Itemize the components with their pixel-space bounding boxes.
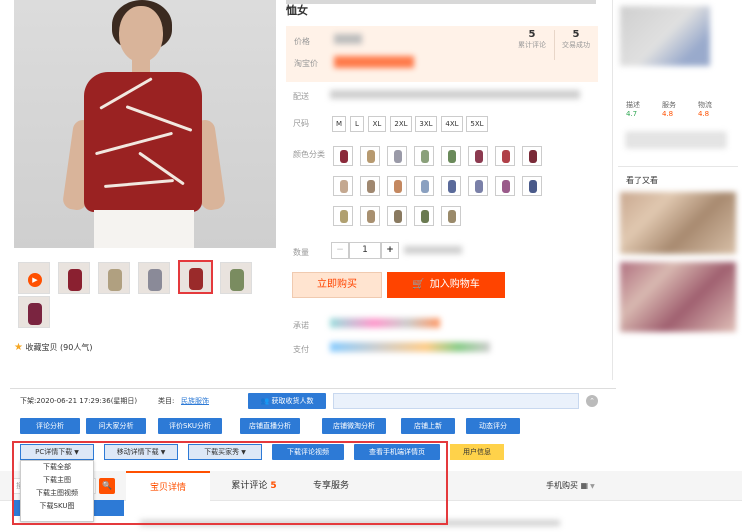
quantity-label: 数量 — [293, 248, 309, 257]
buy-now-button[interactable]: 立即购买 — [292, 272, 382, 298]
taobao-price-label: 淘宝价 — [294, 59, 318, 68]
color-swatch[interactable] — [522, 146, 542, 166]
shop-info-blurred — [620, 6, 710, 66]
color-swatch[interactable] — [441, 206, 461, 226]
play-icon: ▶ — [28, 273, 42, 287]
stat-comments: 5 累计评论 — [518, 29, 546, 49]
thumbnail[interactable] — [98, 262, 130, 294]
color-swatch[interactable] — [468, 176, 488, 196]
size-option[interactable]: 3XL — [415, 116, 437, 132]
size-option[interactable]: L — [350, 116, 364, 132]
size-option[interactable]: 2XL — [390, 116, 412, 132]
stat-deals: 5 交易成功 — [562, 29, 590, 49]
quantity-decrement-button[interactable]: − — [331, 242, 349, 259]
color-label: 颜色分类 — [293, 150, 325, 159]
new-items-button[interactable]: 店铺上新 — [401, 418, 455, 434]
quantity-increment-button[interactable]: + — [381, 242, 399, 259]
color-swatch[interactable] — [387, 176, 407, 196]
price-label: 价格 — [294, 37, 310, 46]
live-analysis-button[interactable]: 店铺直播分析 — [240, 418, 300, 434]
payment-icons-blurred — [330, 342, 490, 352]
buyers-result-field — [333, 393, 579, 409]
listing-date: 下架:2020-06-21 17:29:36(星期日) — [20, 397, 138, 405]
favorite-label: 收藏宝贝 (90人气) — [25, 343, 93, 352]
color-swatch[interactable] — [414, 146, 434, 166]
color-swatch[interactable] — [495, 146, 515, 166]
thumbnail[interactable] — [18, 296, 50, 328]
add-to-cart-button[interactable]: 🛒 加入购物车 — [387, 272, 505, 298]
get-buyers-button[interactable]: 👥 获取收货人数 — [248, 393, 326, 409]
size-label: 尺码 — [293, 119, 309, 128]
size-option[interactable]: 4XL — [441, 116, 463, 132]
color-swatch[interactable] — [360, 176, 380, 196]
color-swatch[interactable] — [333, 176, 353, 196]
add-to-cart-label: 加入购物车 — [429, 279, 480, 290]
rating-logistics: 物流 4.8 — [698, 101, 712, 118]
main-product-image[interactable] — [14, 0, 276, 248]
promise-label: 承诺 — [293, 321, 309, 330]
rating-service: 服务 4.8 — [662, 101, 676, 118]
cart-icon: 🛒 — [412, 279, 425, 290]
highlight-frame — [12, 441, 448, 525]
color-swatch[interactable] — [414, 206, 434, 226]
thumbnail-selected[interactable] — [178, 260, 213, 294]
color-swatch[interactable] — [414, 176, 434, 196]
dynamic-rating-button[interactable]: 动态评分 — [466, 418, 520, 434]
recommend-item-blurred[interactable] — [620, 262, 736, 332]
recommend-item-blurred[interactable] — [620, 192, 736, 254]
color-swatch[interactable] — [441, 176, 461, 196]
chevron-down-icon: ▼ — [590, 483, 595, 490]
color-swatch[interactable] — [387, 146, 407, 166]
price-value-blurred — [334, 34, 362, 44]
size-option[interactable]: 5XL — [466, 116, 488, 132]
size-option[interactable]: XL — [368, 116, 386, 132]
delivery-label: 配送 — [293, 92, 309, 101]
price-panel: 价格 淘宝价 5 累计评论 5 交易成功 — [286, 26, 598, 82]
size-option[interactable]: M — [332, 116, 346, 132]
collapse-icon[interactable]: ⌃ — [586, 395, 598, 407]
rating-description: 描述 4.7 — [626, 101, 640, 118]
quantity-input[interactable]: 1 — [349, 242, 381, 259]
user-info-button[interactable]: 用户信息 — [450, 444, 504, 460]
color-swatch[interactable] — [522, 176, 542, 196]
users-icon: 👥 — [260, 397, 270, 405]
review-analysis-button[interactable]: 评论分析 — [20, 418, 80, 434]
category-link[interactable]: 民族服饰 — [181, 396, 209, 406]
thumbnail[interactable] — [58, 262, 90, 294]
star-icon: ★ — [14, 342, 23, 353]
color-swatch[interactable] — [360, 206, 380, 226]
favorite-item[interactable]: ★ 收藏宝贝 (90人气) — [14, 342, 92, 353]
color-swatch[interactable] — [360, 146, 380, 166]
shop-buttons-blurred — [626, 132, 726, 148]
product-title: 恤女 — [286, 4, 308, 17]
taobao-price-blurred — [334, 56, 414, 68]
sku-review-analysis-button[interactable]: 评价SKU分析 — [158, 418, 222, 434]
color-swatch[interactable] — [333, 146, 353, 166]
stock-info-blurred — [404, 246, 462, 254]
thumbnail[interactable] — [220, 262, 252, 294]
mobile-buy-link[interactable]: 手机购买 ▦ ▼ — [546, 480, 595, 491]
qr-code-icon: ▦ — [580, 481, 589, 490]
color-swatch[interactable] — [495, 176, 515, 196]
category-label: 类目: — [158, 397, 175, 405]
payment-label: 支付 — [293, 345, 309, 354]
promise-icons-blurred — [330, 318, 440, 328]
thumbnail[interactable] — [138, 262, 170, 294]
color-swatch[interactable] — [468, 146, 488, 166]
ask-analysis-button[interactable]: 问大家分析 — [86, 418, 146, 434]
color-swatch[interactable] — [333, 206, 353, 226]
color-swatch[interactable] — [387, 206, 407, 226]
weitao-analysis-button[interactable]: 店铺微淘分析 — [322, 418, 386, 434]
delivery-info-blurred — [330, 90, 580, 99]
seen-also-heading: 看了又看 — [626, 176, 658, 185]
thumbnail-video[interactable]: ▶ — [18, 262, 50, 294]
color-swatch[interactable] — [441, 146, 461, 166]
